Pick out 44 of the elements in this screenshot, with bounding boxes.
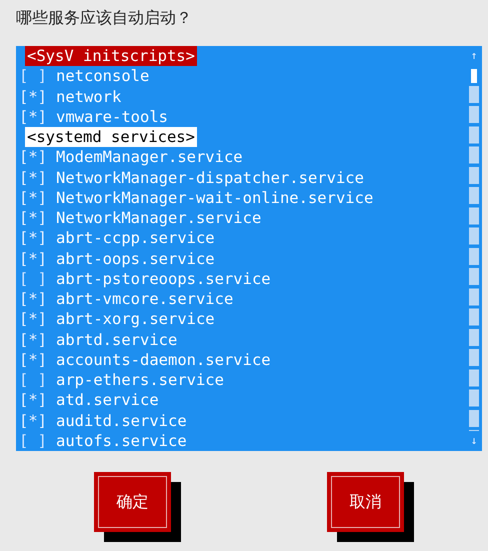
scroll-down-arrow[interactable]: ↓ <box>470 430 478 451</box>
scrollbar-thumb[interactable] <box>471 69 477 84</box>
service-name: auditd.service <box>56 410 187 431</box>
checkbox[interactable]: [ ] <box>19 430 47 451</box>
scroll-up-arrow[interactable]: ↑ <box>470 46 478 66</box>
service-name: atd.service <box>56 390 159 410</box>
service-name: NetworkManager.service <box>56 208 262 228</box>
service-name: abrt-oops.service <box>56 248 215 269</box>
group-header[interactable]: <SysV initscripts> <box>25 46 197 66</box>
checkbox[interactable]: [ ] <box>19 370 47 390</box>
checkbox[interactable]: [*] <box>19 147 47 168</box>
checkbox[interactable]: [*] <box>19 410 47 431</box>
checkbox[interactable]: [*] <box>19 86 47 107</box>
service-name: accounts-daemon.service <box>56 350 271 370</box>
service-name: abrt-pstoreoops.service <box>56 268 271 289</box>
checkbox[interactable]: [*] <box>19 208 47 228</box>
checkbox[interactable]: [*] <box>19 309 47 330</box>
service-name: NetworkManager-dispatcher.service <box>56 168 364 188</box>
checkbox[interactable]: [ ] <box>19 66 47 86</box>
cancel-button[interactable]: 取消 <box>327 472 404 532</box>
checkbox[interactable]: [*] <box>19 350 47 370</box>
service-name: arp-ethers.service <box>56 370 224 390</box>
checkbox[interactable]: [*] <box>19 330 47 350</box>
checkbox[interactable]: [ ] <box>19 268 47 289</box>
service-name: autofs.service <box>56 430 187 451</box>
service-name: abrt-xorg.service <box>56 309 215 330</box>
checkbox[interactable]: [*] <box>19 106 47 127</box>
service-name: network <box>56 86 122 107</box>
checkbox[interactable]: [*] <box>19 228 47 248</box>
service-name: netconsole <box>56 66 150 86</box>
checkbox[interactable]: [*] <box>19 168 47 188</box>
service-name: vmware-tools <box>56 106 168 127</box>
checkbox[interactable]: [*] <box>19 390 47 410</box>
checkbox[interactable]: [*] <box>19 289 47 310</box>
checkbox[interactable]: [*] <box>19 248 47 269</box>
service-name: ModemManager.service <box>56 147 243 168</box>
service-name: abrt-vmcore.service <box>56 289 234 310</box>
service-name: NetworkManager-wait-online.service <box>56 188 374 208</box>
service-name: abrt-ccpp.service <box>56 228 215 248</box>
service-name: abrtd.service <box>56 330 178 350</box>
checkbox[interactable]: [*] <box>19 188 47 208</box>
question-text: 哪些服务应该自动启动？ <box>16 7 193 29</box>
group-header[interactable]: <systemd services> <box>25 127 197 148</box>
ok-button[interactable]: 确定 <box>94 472 171 532</box>
